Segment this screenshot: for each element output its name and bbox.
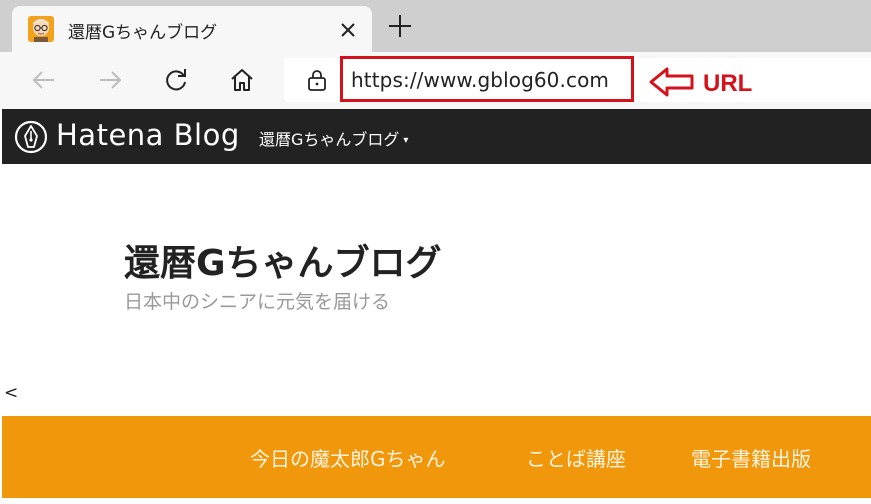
- forward-button[interactable]: [92, 62, 128, 98]
- new-tab-button[interactable]: [384, 10, 416, 42]
- tab-title: 還暦Gちゃんブログ: [68, 23, 218, 43]
- tab-close-button[interactable]: [336, 18, 360, 42]
- stray-text: <: [4, 383, 19, 403]
- favicon-icon: [28, 16, 54, 42]
- plus-icon: [389, 15, 411, 37]
- browser-tab[interactable]: 還暦Gちゃんブログ: [12, 6, 372, 52]
- nav-item-ebook[interactable]: 電子書籍出版: [691, 443, 811, 472]
- arrow-left-icon: [32, 71, 54, 89]
- blog-menu-label: 還暦Gちゃんブログ: [259, 130, 400, 149]
- global-nav: 今日の魔太郎Gちゃん ことば講座 電子書籍出版: [2, 416, 871, 498]
- home-button[interactable]: [224, 62, 260, 98]
- url-highlight-box[interactable]: https://www.gblog60.com: [340, 56, 634, 102]
- home-icon: [231, 69, 253, 91]
- annotation-label: URL: [703, 70, 753, 97]
- nav-item-matarou[interactable]: 今日の魔太郎Gちゃん: [250, 443, 446, 472]
- blog-menu-dropdown[interactable]: 還暦Gちゃんブログ ▾: [259, 126, 408, 150]
- lock-icon: [308, 70, 326, 91]
- browser-window: 還暦Gちゃんブログ https://www.gblog60.com URL Ha…: [0, 0, 871, 504]
- hatena-top-bar: Hatena Blog 還暦Gちゃんブログ ▾: [2, 109, 871, 164]
- back-button[interactable]: [26, 62, 62, 98]
- reload-icon: [166, 69, 186, 91]
- arrow-right-icon: [100, 71, 122, 89]
- url-text: https://www.gblog60.com: [351, 68, 609, 92]
- nav-item-kotoba[interactable]: ことば講座: [526, 443, 626, 472]
- reload-button[interactable]: [158, 62, 194, 98]
- close-icon: [341, 23, 355, 37]
- tab-strip: 還暦Gちゃんブログ: [0, 0, 871, 52]
- chevron-down-icon: ▾: [403, 135, 409, 146]
- blog-description: 日本中のシニアに元気を届ける: [124, 291, 391, 313]
- hatena-pen-logo-icon[interactable]: [14, 120, 48, 154]
- hatena-logo-text[interactable]: Hatena Blog: [56, 118, 240, 152]
- arrow-left-outline-icon: [649, 67, 694, 97]
- blog-title[interactable]: 還暦Gちゃんブログ: [124, 234, 442, 286]
